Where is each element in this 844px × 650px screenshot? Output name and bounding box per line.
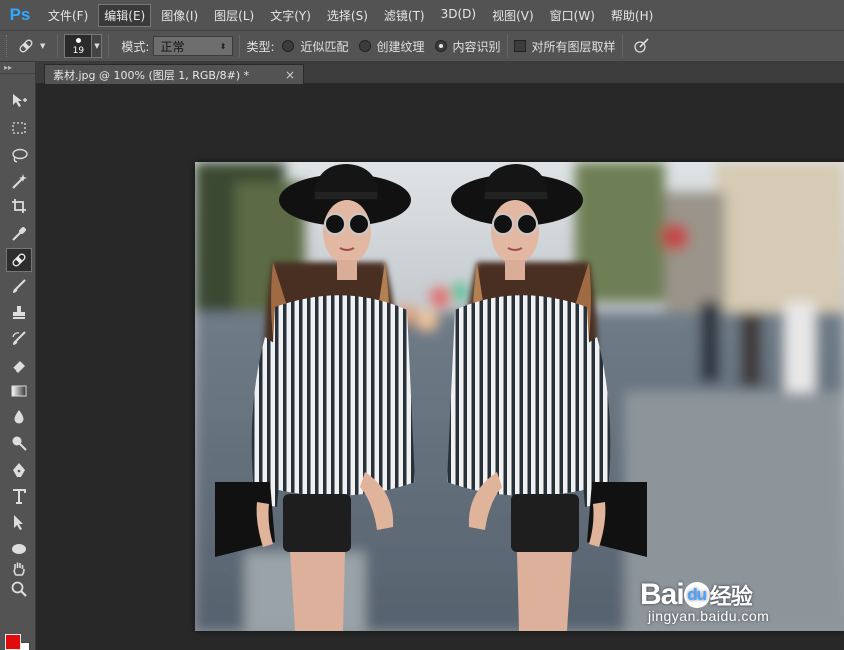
menu-item[interactable]: 选择(S) xyxy=(321,4,374,27)
eraser-tool-button[interactable] xyxy=(6,353,32,377)
clone-stamp-tool-icon xyxy=(13,306,25,319)
blur-tool-button[interactable] xyxy=(6,405,32,429)
history-brush-tool-button[interactable] xyxy=(6,326,32,350)
brand-left: Bai xyxy=(640,578,685,611)
divider xyxy=(239,35,241,57)
radio-button-selected[interactable] xyxy=(434,40,447,52)
menu-item[interactable]: 图层(L) xyxy=(208,4,260,27)
menu-bar: Ps 文件(F) 编辑(E) 图像(I) 图层(L) 文字(Y) 选择(S) 滤镜(T) 3D… xyxy=(0,0,844,30)
options-bar: ▼ 19 ▼ 模式: 正常 ⬍ 类型: 近似匹配 创建纹理 内容识别 对所有图层… xyxy=(0,30,844,62)
lasso-tool-icon xyxy=(12,148,28,163)
menu-item[interactable]: 3D(D) xyxy=(435,4,482,27)
foreground-color-swatch[interactable] xyxy=(5,634,21,650)
radio-content-aware-label: 内容识别 xyxy=(452,39,501,54)
magic-wand-tool-button[interactable] xyxy=(6,169,32,193)
sample-all-layers-checkbox[interactable]: 对所有图层取样 xyxy=(513,38,616,55)
path-selection-tool-icon xyxy=(14,515,23,530)
gradient-tool-icon xyxy=(11,385,27,397)
sample-all-layers-label: 对所有图层取样 xyxy=(531,39,616,54)
type-label: 类型: xyxy=(246,39,275,54)
zoom-tool-button[interactable] xyxy=(6,577,32,601)
type-tool-button[interactable] xyxy=(6,484,32,508)
photoshop-logo: Ps xyxy=(9,5,31,24)
blur-tool-icon xyxy=(14,410,24,424)
updown-arrow-icon: ⬍ xyxy=(219,41,227,51)
brush-preview[interactable]: 19 xyxy=(64,34,93,58)
document-tab[interactable]: 素材.jpg @ 100% (图层 1, RGB/8#) * × xyxy=(44,64,304,84)
tools-panel: ▸▸ xyxy=(0,62,36,650)
brush-tool-icon xyxy=(13,279,26,293)
spot-healing-brush-icon xyxy=(19,39,33,53)
watermark-url: jingyan.baidu.com xyxy=(648,608,770,624)
photo-image xyxy=(195,162,844,631)
ellipse-tool-icon xyxy=(12,544,26,554)
divider xyxy=(108,35,110,57)
hand-tool-icon xyxy=(13,562,25,576)
radio-content-aware[interactable]: 内容识别 xyxy=(434,38,501,55)
radio-proximity-match[interactable]: 近似匹配 xyxy=(282,38,349,55)
gradient-tool-button[interactable] xyxy=(6,379,32,403)
menu-item[interactable]: 文字(Y) xyxy=(264,4,317,27)
lasso-tool-button[interactable] xyxy=(6,143,32,167)
menu-item[interactable]: 帮助(H) xyxy=(605,4,659,27)
document-canvas[interactable] xyxy=(195,162,844,631)
radio-create-texture[interactable]: 创建纹理 xyxy=(358,38,425,55)
marquee-tool-icon xyxy=(12,122,26,134)
dodge-tool-icon xyxy=(12,436,27,451)
eraser-tool-icon xyxy=(12,361,25,373)
brush-tool-button[interactable] xyxy=(6,274,32,298)
radio-button[interactable] xyxy=(282,40,295,52)
spot-healing-brush-tool-icon xyxy=(12,253,26,267)
crop-tool-button[interactable] xyxy=(6,194,32,218)
zoom-tool-icon xyxy=(11,581,27,597)
divider xyxy=(57,35,59,57)
tool-preset-picker[interactable]: ▼ xyxy=(10,36,51,56)
mode-label: 模式: xyxy=(121,39,150,54)
eyedropper-tool-icon xyxy=(12,227,26,241)
brush-picker[interactable]: 19 ▼ xyxy=(64,34,103,58)
path-selection-tool-button[interactable] xyxy=(6,510,32,534)
menu-item[interactable]: 文件(F) xyxy=(42,4,94,27)
pressure-pen-icon xyxy=(633,37,649,53)
menu-item[interactable]: 滤镜(T) xyxy=(378,4,431,27)
pressure-brush-button[interactable] xyxy=(629,36,655,57)
radio-proximity-label: 近似匹配 xyxy=(300,39,349,54)
menu-item[interactable]: 图像(I) xyxy=(155,4,204,27)
crop-tool-icon xyxy=(12,199,26,213)
paw-icon: du xyxy=(683,582,710,608)
clone-stamp-tool-button[interactable] xyxy=(6,300,32,324)
menu-item[interactable]: 编辑(E) xyxy=(98,3,152,27)
marquee-tool-button[interactable] xyxy=(6,116,32,140)
spot-healing-brush-tool-button[interactable] xyxy=(6,248,32,272)
mode-value: 正常 xyxy=(160,39,185,54)
chevron-down-icon: ▼ xyxy=(40,42,46,50)
move-tool-icon xyxy=(13,94,27,107)
magic-wand-tool-icon xyxy=(12,174,27,189)
radio-texture-label: 创建纹理 xyxy=(376,39,425,54)
checkbox[interactable] xyxy=(513,40,526,52)
document-title: 素材.jpg @ 100% (图层 1, RGB/8#) * xyxy=(53,68,250,82)
dodge-tool-button[interactable] xyxy=(6,431,32,455)
type-tool-icon xyxy=(13,489,26,504)
eyedropper-tool-button[interactable] xyxy=(6,221,32,245)
radio-button[interactable] xyxy=(358,40,371,52)
pen-tool-icon xyxy=(13,463,25,477)
close-icon[interactable]: × xyxy=(285,68,295,82)
document-tab-bar: 素材.jpg @ 100% (图层 1, RGB/8#) * × xyxy=(36,62,844,84)
divider xyxy=(621,35,623,57)
menu-item[interactable]: 窗口(W) xyxy=(544,4,601,27)
divider xyxy=(506,35,508,57)
mode-select[interactable]: 正常 ⬍ xyxy=(153,36,234,56)
history-brush-tool-icon xyxy=(12,331,26,345)
brand-right: 经验 xyxy=(709,584,753,609)
pen-tool-button[interactable] xyxy=(6,458,32,482)
brush-size-value: 19 xyxy=(72,46,85,56)
baidu-logo: Bai du 经验 xyxy=(640,578,769,612)
menu-item[interactable]: 视图(V) xyxy=(486,4,540,27)
brush-picker-arrow[interactable]: ▼ xyxy=(92,34,103,58)
baidu-jingyan-watermark: Bai du 经验 jingyan.baidu.com xyxy=(640,578,769,624)
panel-collapse-icon[interactable]: ▸▸ xyxy=(0,62,35,74)
move-tool-button[interactable] xyxy=(6,88,32,112)
